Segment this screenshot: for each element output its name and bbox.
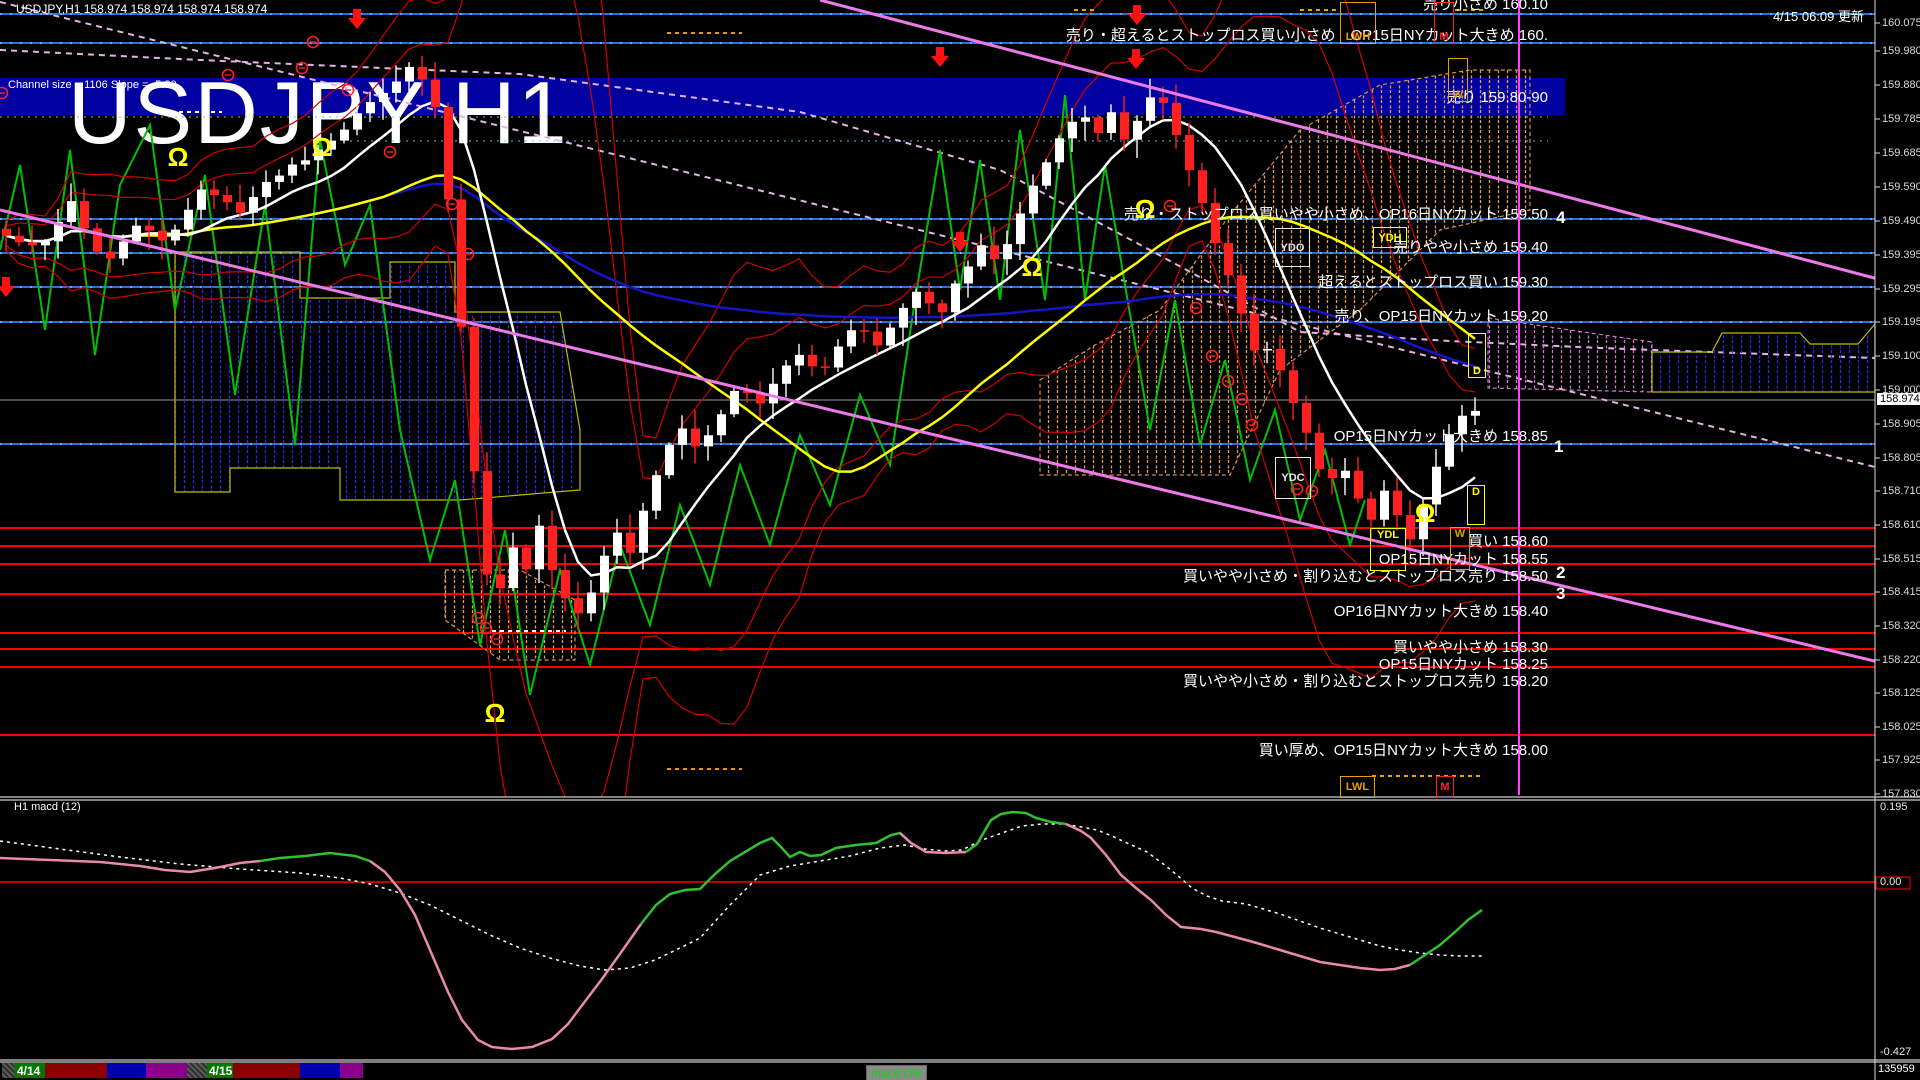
date-label: 4/14 <box>17 1064 41 1078</box>
channel-indicator-readout: Channel size = 1106 Slope = -5.80 <box>8 79 177 91</box>
price-axis-label: 159.490 <box>1882 215 1920 227</box>
macd-axis-value: 0.195 <box>1880 801 1908 813</box>
price-axis-label: 159.880 <box>1882 79 1920 91</box>
annotation-label: 売り・ストップロス買いやや小さめ、OP16日NYカット 159.50 <box>1123 206 1548 223</box>
price-axis-label: 160.075 <box>1882 17 1920 29</box>
price-axis-label: 158.415 <box>1882 586 1920 598</box>
buy-omega-icon: Ω <box>168 142 189 172</box>
annotation-label: 売り・超えるとストップロス買い小さめ OP15日NYカット大きめ 160. <box>1065 27 1548 44</box>
price-axis-label: 158.905 <box>1882 418 1920 430</box>
tag-box-m: M <box>1434 2 1454 44</box>
macd-main-line <box>640 831 912 925</box>
buy-omega-icon: Ω <box>312 132 333 162</box>
session-segment-maroon <box>233 1063 300 1078</box>
date-label: 4/15 <box>209 1064 233 1078</box>
buy-omega-icon: Ω <box>1022 252 1043 282</box>
price-axis-label: 158.220 <box>1882 654 1920 666</box>
price-axis-label: 157.830 <box>1882 788 1920 800</box>
price-axis-label: 159.980 <box>1882 45 1920 57</box>
session-segment-gray <box>2 1063 15 1078</box>
price-axis-label: 158.710 <box>1882 485 1920 497</box>
trading-terminal-window: USDJPY H1 ΩΩΩΩΩΩ USDJPY,H1 158.974 158.9… <box>0 0 1920 1080</box>
price-axis-label: 158.515 <box>1882 553 1920 565</box>
tag-box-ydh: YDH <box>1373 227 1407 248</box>
ichimoku-cloud <box>1487 317 1653 393</box>
price-axis-label: 159.590 <box>1882 181 1920 193</box>
buy-omega-icon: Ω <box>485 698 506 728</box>
annotation-label: 売り、OP15日NYカット 159.20 <box>1334 308 1548 325</box>
annotation-label: 買い厚め、OP15日NYカット大きめ 158.00 <box>1258 742 1548 759</box>
tag-box-d: D <box>1467 485 1485 525</box>
sell-arrow-icon <box>931 47 949 67</box>
buy-omega-icon: Ω <box>1415 498 1436 528</box>
wave-count-number: 2 <box>1556 563 1566 582</box>
price-axis-label: 158.025 <box>1882 721 1920 733</box>
price-axis-label: 157.925 <box>1882 754 1920 766</box>
chart-title-ohlc: USDJPY,H1 158.974 158.974 158.974 158.97… <box>16 2 268 16</box>
tag-box-w: W <box>1448 58 1468 102</box>
annotation-label: OP16日NYカット大きめ 158.40 <box>1333 603 1548 620</box>
tag-box-ydl: YDL <box>1370 528 1406 571</box>
session-segment-blue <box>300 1063 340 1078</box>
price-axis-label: 159.295 <box>1882 283 1920 295</box>
session-segment-blue <box>107 1063 146 1078</box>
session-segment-purple <box>146 1063 187 1078</box>
price-axis-label: 158.125 <box>1882 687 1920 699</box>
tag-box-m: M <box>1436 776 1454 798</box>
sell-arrow-icon <box>1128 5 1146 25</box>
main-chart-area: Ω ΩΩΩΩΩ <box>0 0 1875 797</box>
ichimoku-cloud <box>1651 323 1875 393</box>
annotation-label: 超えるとストップロス買い 159.30 <box>1318 274 1548 291</box>
annotation-label: 買いやや小さめ・割り込むとストップロス売り 158.20 <box>1182 673 1548 690</box>
tag-box-w: W <box>1450 527 1470 570</box>
last-updated-timestamp: 4/15 06:09 更新 <box>1772 9 1864 24</box>
tag-box-ydo: YDO <box>1275 228 1310 267</box>
wave-count-number: 4 <box>1556 208 1566 227</box>
macd-indicator-label: H1 macd (12) <box>14 801 81 813</box>
session-segment-maroon <box>45 1063 107 1078</box>
macd-main-line <box>1065 822 1411 972</box>
price-axis-label: 158.805 <box>1882 452 1920 464</box>
annotation-label: 買いやや小さめ・割り込むとストップロス売り 158.50 <box>1182 568 1548 585</box>
session-segment-purple <box>340 1063 363 1078</box>
price-axis-label: 159.785 <box>1882 113 1920 125</box>
annotation-label: OP15日NYカット大きめ 158.85 <box>1333 428 1548 445</box>
tag-box-lwl: LWL <box>1340 776 1375 798</box>
macd-signal-line <box>0 823 1482 971</box>
price-axis-label: 158.320 <box>1882 620 1920 632</box>
sell-arrow-icon <box>1127 49 1145 69</box>
macd-main-line <box>369 859 643 1051</box>
macd-main-line <box>1409 908 1483 967</box>
bar-counter: 135959 <box>1878 1063 1915 1075</box>
price-axis-label: 159.395 <box>1882 249 1920 261</box>
tag-box-d: D <box>1468 333 1486 378</box>
price-axis-label: 158.610 <box>1882 519 1920 531</box>
tag-box-lwh: LWH <box>1340 2 1376 44</box>
sell-arrow-icon <box>348 9 366 29</box>
macd-toggle-button[interactable]: macd ON <box>866 1065 927 1080</box>
price-axis-label: 159.195 <box>1882 316 1920 328</box>
macd-panel <box>0 810 1875 1051</box>
macd-main-line <box>0 856 261 874</box>
price-axis-label: 159.100 <box>1882 350 1920 362</box>
chart-canvas[interactable]: Ω ΩΩΩΩΩ <box>0 0 1920 1080</box>
wave-count-number: 3 <box>1556 584 1566 603</box>
current-price-label: 158.974 <box>1877 393 1920 405</box>
tag-box-ydc: YDC <box>1275 457 1311 499</box>
annotation-label: 売りやや小さめ 159.40 <box>1392 239 1548 256</box>
macd-axis-value: 0.00 <box>1880 876 1902 888</box>
macd-main-line <box>965 810 1067 854</box>
ichimoku-cloud <box>174 251 581 501</box>
price-axis-label: 159.685 <box>1882 147 1920 159</box>
session-segment-gray <box>187 1063 207 1078</box>
sell-arrow-icon <box>0 277 15 297</box>
macd-axis-value: -0.427 <box>1880 1046 1912 1058</box>
macd-main-line <box>259 851 371 863</box>
wave-count-number: 1 <box>1554 437 1564 456</box>
